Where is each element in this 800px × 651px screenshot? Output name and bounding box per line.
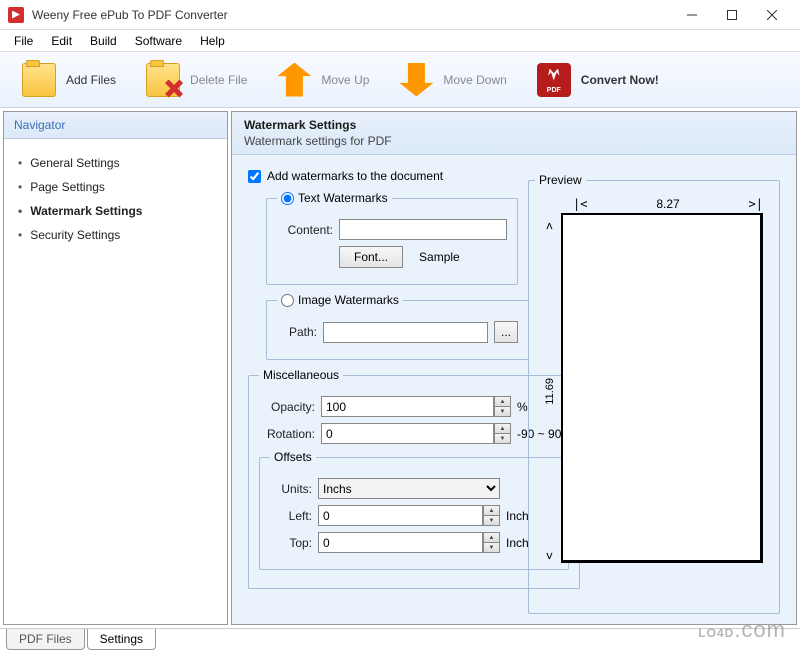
- menu-build[interactable]: Build: [82, 32, 125, 50]
- menu-bar: File Edit Build Software Help: [0, 30, 800, 52]
- title-bar: Weeny Free ePub To PDF Converter: [0, 0, 800, 30]
- arrow-down-icon: [399, 63, 433, 97]
- panel-subtitle: Watermark settings for PDF: [244, 134, 784, 148]
- arrow-up-icon: [277, 63, 311, 97]
- offsets-group: Offsets Units: Inchs Left: ▲▼: [259, 450, 569, 570]
- move-up-button[interactable]: Move Up: [265, 59, 381, 101]
- image-watermarks-radio[interactable]: [281, 294, 294, 307]
- top-input[interactable]: [318, 532, 483, 553]
- content-label: Content:: [277, 223, 333, 237]
- opacity-down-icon[interactable]: ▼: [495, 407, 510, 416]
- tab-settings[interactable]: Settings: [87, 629, 156, 650]
- add-watermarks-checkbox[interactable]: [248, 170, 261, 183]
- preview-width: 8.27: [656, 197, 679, 211]
- content-panel: Watermark Settings Watermark settings fo…: [231, 111, 797, 625]
- sidebar-item-page-settings[interactable]: Page Settings: [12, 175, 219, 199]
- menu-edit[interactable]: Edit: [43, 32, 80, 50]
- maximize-button[interactable]: [712, 0, 752, 30]
- delete-file-button[interactable]: Delete File: [134, 59, 259, 101]
- main-area: Navigator General Settings Page Settings…: [0, 108, 800, 628]
- browse-button[interactable]: ...: [494, 321, 518, 343]
- convert-now-button[interactable]: Convert Now!: [525, 59, 671, 101]
- opacity-label: Opacity:: [259, 400, 315, 414]
- menu-file[interactable]: File: [6, 32, 41, 50]
- rotation-up-icon[interactable]: ▲: [495, 424, 510, 434]
- top-label: Top:: [270, 536, 312, 550]
- content-input[interactable]: [339, 219, 507, 240]
- preview-page: [561, 213, 763, 563]
- window-title: Weeny Free ePub To PDF Converter: [32, 8, 672, 22]
- rotation-input[interactable]: [321, 423, 494, 444]
- text-watermarks-group: Text Watermarks Content: Font... Sample: [266, 191, 518, 285]
- preview-ruler-left: < 11.69 >: [539, 219, 561, 563]
- app-icon: [8, 7, 24, 23]
- top-down-icon[interactable]: ▼: [484, 543, 499, 552]
- preview-label: Preview: [535, 173, 586, 187]
- sidebar-item-general-settings[interactable]: General Settings: [12, 151, 219, 175]
- units-label: Units:: [270, 482, 312, 496]
- top-spinner[interactable]: ▲▼: [318, 532, 500, 553]
- content-header: Watermark Settings Watermark settings fo…: [232, 112, 796, 155]
- sidebar-item-watermark-settings[interactable]: Watermark Settings: [12, 199, 219, 223]
- rotation-spinner[interactable]: ▲▼: [321, 423, 511, 444]
- left-spinner[interactable]: ▲▼: [318, 505, 500, 526]
- left-input[interactable]: [318, 505, 483, 526]
- opacity-spinner[interactable]: ▲▼: [321, 396, 511, 417]
- miscellaneous-label: Miscellaneous: [259, 368, 343, 382]
- image-watermarks-label: Image Watermarks: [298, 293, 399, 307]
- preview-ruler-top: |< 8.27 >|: [573, 197, 763, 211]
- preview-group: Preview |< 8.27 >| < 11.69 >: [528, 173, 780, 614]
- font-button[interactable]: Font...: [339, 246, 403, 268]
- ruler-top-mark-icon: <: [543, 222, 557, 229]
- sample-label: Sample: [419, 250, 460, 264]
- tab-pdf-files[interactable]: PDF Files: [6, 629, 85, 650]
- image-watermarks-group: Image Watermarks Path: ...: [266, 293, 529, 360]
- left-down-icon[interactable]: ▼: [484, 516, 499, 525]
- units-select[interactable]: Inchs: [318, 478, 500, 499]
- folder-delete-icon: [146, 63, 180, 97]
- offsets-label: Offsets: [270, 450, 316, 464]
- rotation-down-icon[interactable]: ▼: [495, 434, 510, 443]
- text-watermarks-radio[interactable]: [281, 192, 294, 205]
- menu-help[interactable]: Help: [192, 32, 233, 50]
- navigator-sidebar: Navigator General Settings Page Settings…: [3, 111, 228, 625]
- pdf-icon: [537, 63, 571, 97]
- navigator-title: Navigator: [4, 112, 227, 139]
- sidebar-item-security-settings[interactable]: Security Settings: [12, 223, 219, 247]
- folder-open-icon: [22, 63, 56, 97]
- bottom-tabs: PDF Files Settings: [0, 628, 800, 650]
- rotation-label: Rotation:: [259, 427, 315, 441]
- opacity-input[interactable]: [321, 396, 494, 417]
- move-down-button[interactable]: Move Down: [387, 59, 518, 101]
- top-up-icon[interactable]: ▲: [484, 533, 499, 543]
- left-up-icon[interactable]: ▲: [484, 506, 499, 516]
- toolbar: Add Files Delete File Move Up Move Down …: [0, 52, 800, 108]
- path-input[interactable]: [323, 322, 488, 343]
- panel-title: Watermark Settings: [244, 118, 784, 132]
- add-watermarks-label: Add watermarks to the document: [267, 169, 443, 183]
- text-watermarks-label: Text Watermarks: [298, 191, 388, 205]
- opacity-up-icon[interactable]: ▲: [495, 397, 510, 407]
- menu-software[interactable]: Software: [127, 32, 190, 50]
- ruler-bottom-mark-icon: >: [543, 552, 557, 559]
- minimize-button[interactable]: [672, 0, 712, 30]
- left-label: Left:: [270, 509, 312, 523]
- add-files-button[interactable]: Add Files: [10, 59, 128, 101]
- ruler-right-mark-icon: >|: [749, 197, 763, 211]
- path-label: Path:: [277, 325, 317, 339]
- close-button[interactable]: [752, 0, 792, 30]
- ruler-left-mark-icon: |<: [573, 197, 587, 211]
- preview-height: 11.69: [544, 378, 556, 405]
